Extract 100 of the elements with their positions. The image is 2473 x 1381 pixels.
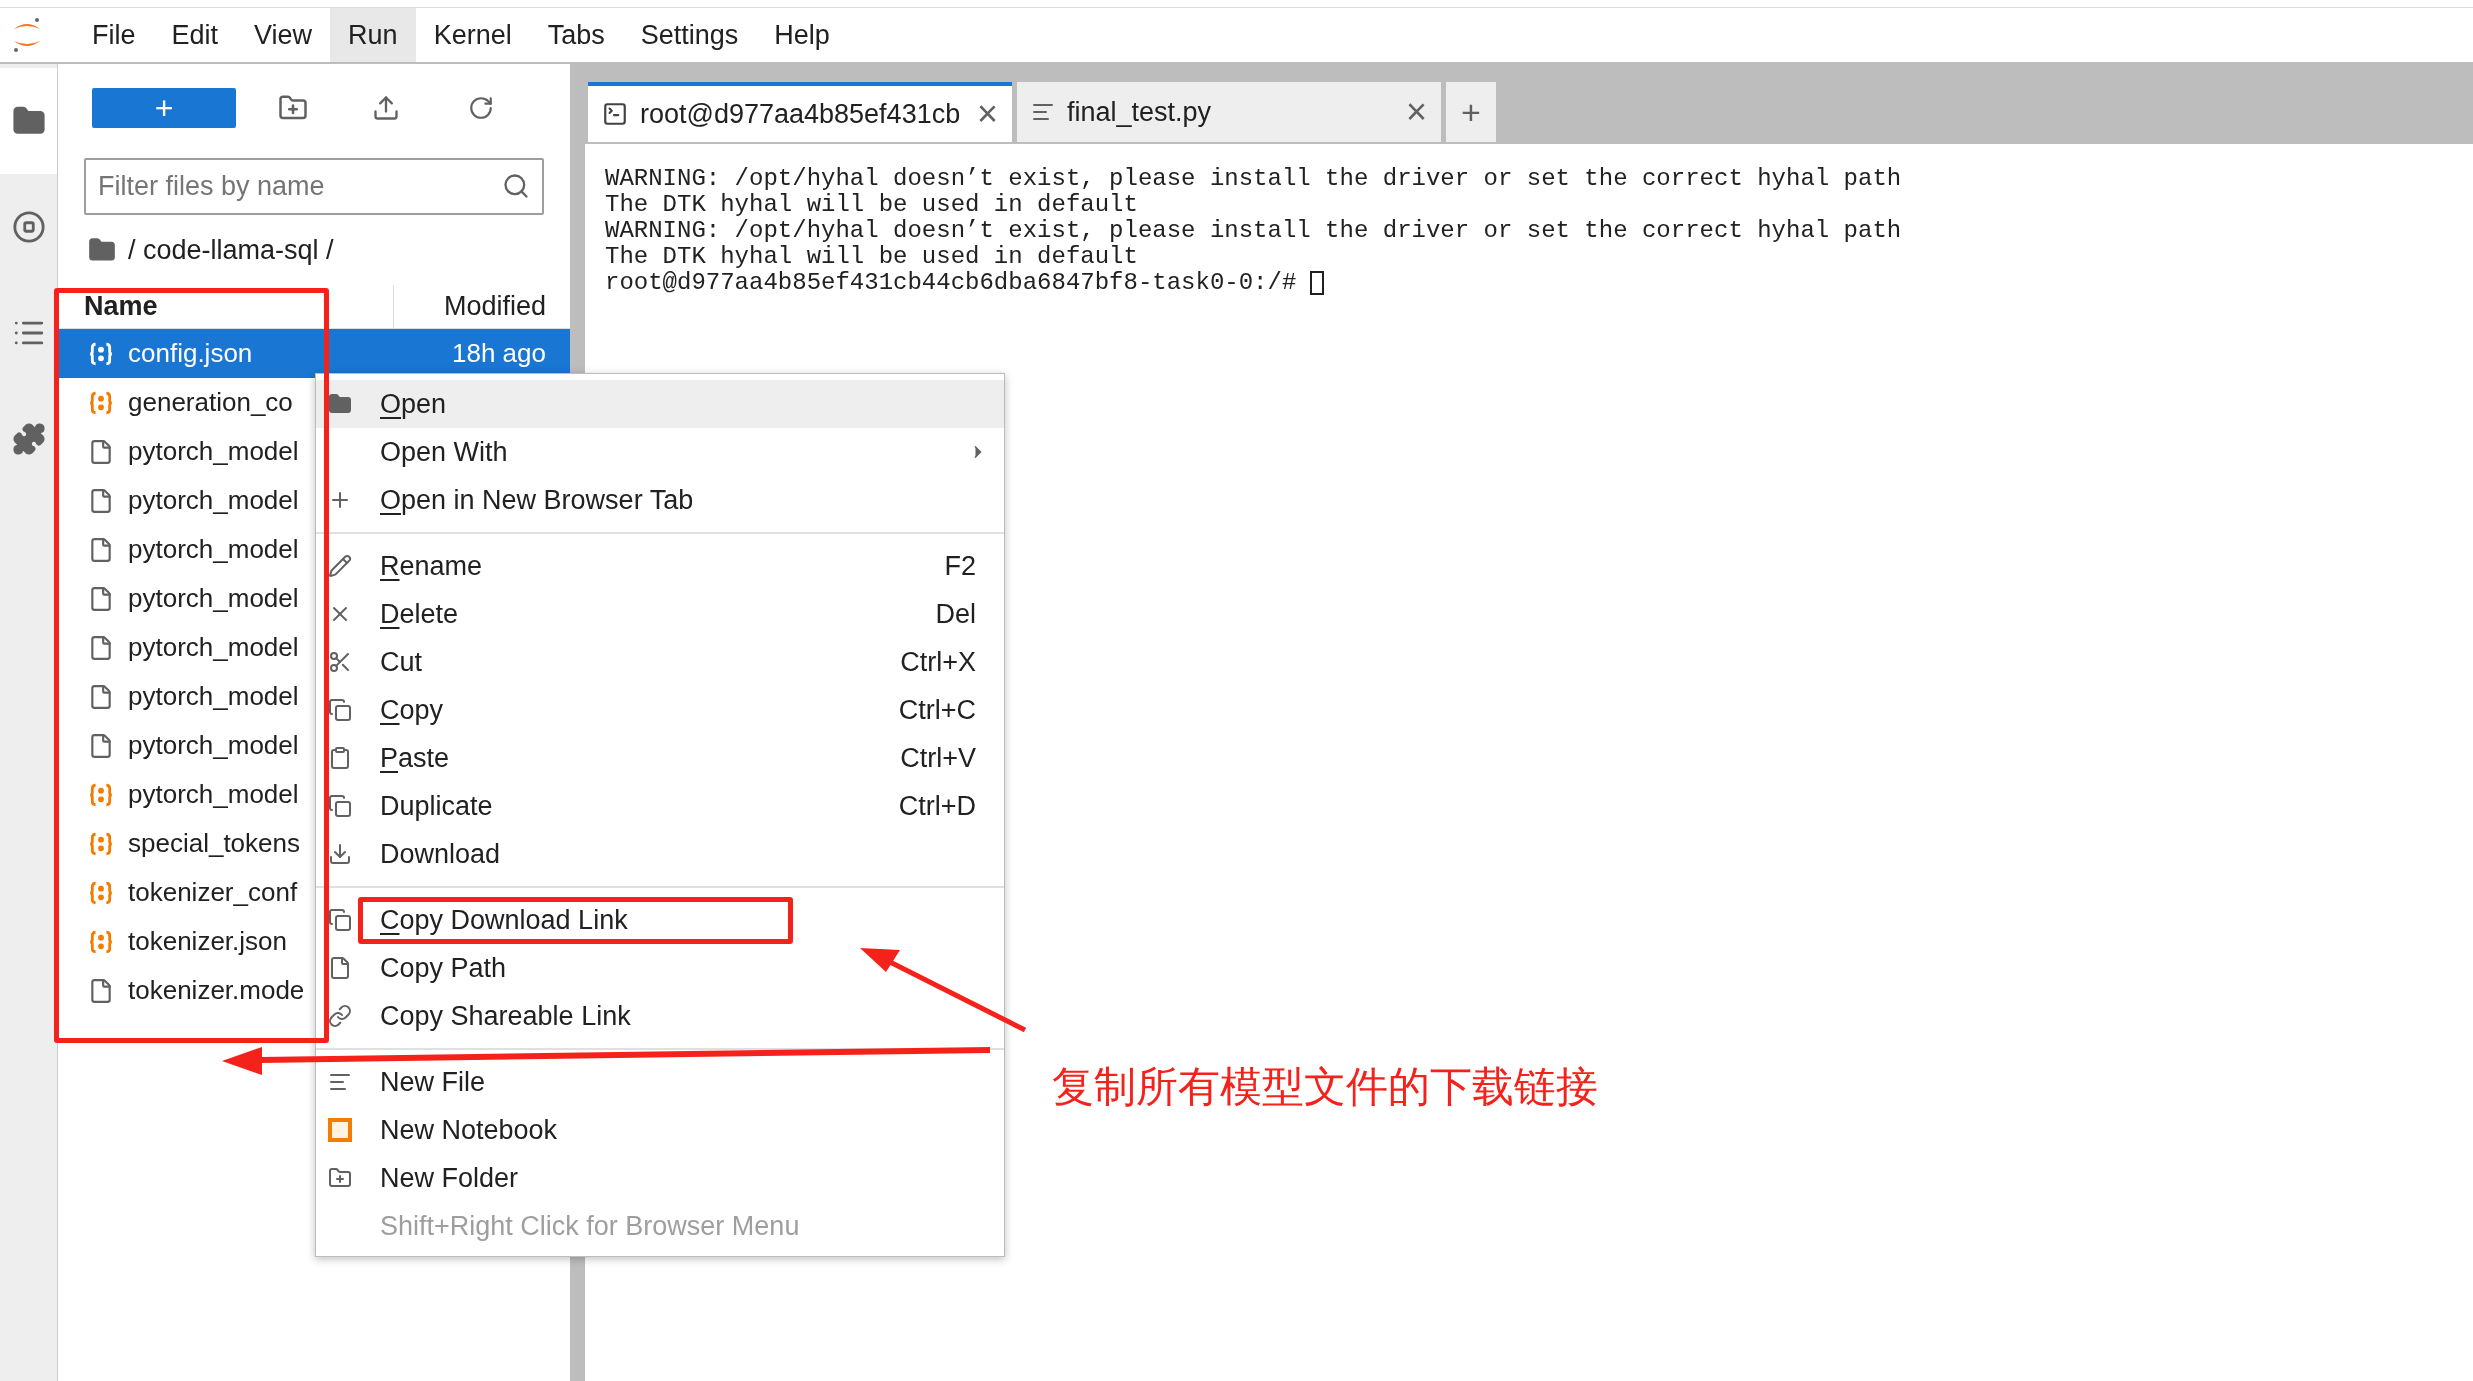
refresh-icon[interactable] [468, 95, 494, 121]
file-name: pytorch_model [128, 484, 299, 517]
menu-item[interactable]: New Folder [316, 1154, 1004, 1202]
menu-item-label: Cut [380, 645, 423, 679]
file-name: pytorch_model [128, 729, 299, 762]
braces-icon [88, 928, 114, 955]
braces-icon [88, 781, 114, 808]
menu-bar-item[interactable]: Edit [153, 8, 237, 62]
menu-item-label: Rename [380, 549, 483, 583]
menu-item[interactable]: Download [316, 830, 1004, 878]
tab-label: final_test.py [1067, 95, 1213, 129]
menu-bar-item[interactable]: Settings [622, 8, 757, 62]
link-icon [328, 1004, 352, 1028]
editor-tab[interactable]: root@d977aa4b85ef431cb × [588, 82, 1012, 142]
menu-bar-item[interactable]: View [236, 8, 331, 62]
braces-icon [88, 830, 114, 857]
menu-item[interactable]: Rename F2 [316, 542, 1004, 590]
file-icon [88, 634, 114, 661]
menu-item-label: Copy Shareable Link [380, 999, 631, 1033]
shortcut-label: Ctrl+X [900, 645, 976, 679]
file-name: tokenizer_conf [128, 876, 298, 909]
upload-icon[interactable] [372, 94, 400, 122]
add-tab-button[interactable]: + [1446, 82, 1496, 142]
tab-label: root@d977aa4b85ef431cb [640, 97, 962, 131]
breadcrumb[interactable]: / code-llama-sql / [128, 229, 334, 271]
menu-item[interactable]: Copy Download Link [316, 896, 1004, 944]
menu-bar-item[interactable]: Run [330, 8, 416, 62]
file-name: pytorch_model [128, 582, 299, 615]
puzzle-icon[interactable] [11, 422, 46, 456]
clipboard-icon [328, 746, 352, 770]
terminal-line: The DTK hyhal will be used in default [605, 192, 1138, 218]
file-icon [88, 536, 114, 563]
menu-bar-item[interactable]: Kernel [415, 8, 530, 62]
file-icon [88, 487, 114, 514]
menu-item[interactable]: Delete Del [316, 590, 1004, 638]
modified-time: 18h ago [452, 337, 546, 370]
menu-item[interactable]: Copy Path [316, 944, 1004, 992]
file-name: config.json [128, 337, 253, 370]
file-icon [88, 438, 114, 465]
menu-item-label: Open With [380, 435, 508, 469]
menu-item-label: Open in New Browser Tab [380, 483, 694, 517]
file-icon [88, 585, 114, 612]
menu-item[interactable]: New Notebook [316, 1106, 1004, 1154]
menu-item[interactable]: Paste Ctrl+V [316, 734, 1004, 782]
filter-field[interactable]: Filter files by name [84, 158, 544, 215]
file-name: tokenizer.mode [128, 974, 305, 1007]
terminal-prompt: root@d977aa4b85ef431cb44cb6dba6847bf8-task0-0:/# [605, 270, 1297, 296]
notebook-icon [328, 1118, 352, 1142]
menu-item[interactable]: Copy Shareable Link [316, 992, 1004, 1040]
terminal-line: The DTK hyhal will be used in default [605, 244, 1138, 270]
folder-icon [88, 236, 116, 264]
menu-item[interactable]: Open [316, 380, 1004, 428]
braces-icon [88, 879, 114, 906]
menu-item[interactable]: Cut Ctrl+X [316, 638, 1004, 686]
file-icon [88, 683, 114, 710]
column-header[interactable]: Modified [394, 285, 570, 328]
file-icon [88, 732, 114, 759]
copy-icon [328, 698, 352, 722]
folder-icon [328, 392, 352, 416]
terminal-icon [602, 101, 628, 127]
file-name: pytorch_model [128, 435, 299, 468]
file-name: generation_co [128, 386, 293, 419]
file-name: pytorch_model [128, 778, 299, 811]
shortcut-label: Ctrl+C [898, 693, 976, 727]
menu-item[interactable]: Open With [316, 428, 1004, 476]
shortcut-label: Ctrl+D [898, 789, 976, 823]
column-header[interactable]: Name [58, 285, 394, 328]
menu-bar-item[interactable]: File [74, 8, 154, 62]
pencil-icon [328, 554, 352, 578]
menu-item-label: Copy [380, 693, 444, 727]
menu-item[interactable]: Copy Ctrl+C [316, 686, 1004, 734]
copy-icon [328, 794, 352, 818]
menu-item-label: Copy Path [380, 951, 507, 985]
scissors-icon [328, 650, 352, 674]
folder-plus-icon [328, 1166, 352, 1190]
braces-icon [88, 389, 114, 416]
menu-item-label: Download [380, 837, 501, 871]
close-icon[interactable]: × [976, 96, 998, 132]
file-name: pytorch_model [128, 533, 299, 566]
shortcut-label: Ctrl+V [900, 741, 976, 775]
close-icon[interactable]: × [1405, 94, 1427, 130]
file-row[interactable]: config.json 18h ago [58, 329, 570, 378]
file-icon [88, 977, 114, 1004]
menu-item-label: Copy Download Link [380, 903, 628, 937]
file-name: tokenizer.json [128, 925, 287, 958]
menu-item-label: New File [380, 1065, 486, 1099]
editor-tab[interactable]: final_test.py × [1017, 82, 1441, 142]
new-launcher-button[interactable]: + [92, 88, 236, 128]
file-name: pytorch_model [128, 680, 299, 713]
braces-icon [88, 340, 114, 367]
shortcut-label: F2 [944, 549, 976, 583]
menu-item[interactable]: New File [316, 1058, 1004, 1106]
stop-icon[interactable] [11, 210, 46, 244]
menu-item[interactable]: Duplicate Ctrl+D [316, 782, 1004, 830]
menu-item-label: Open [380, 387, 447, 421]
menu-bar-item[interactable]: Help [756, 8, 848, 62]
menu-bar-item[interactable]: Tabs [529, 8, 623, 62]
menu-item[interactable]: Open in New Browser Tab [316, 476, 1004, 524]
terminal-cursor [1310, 271, 1325, 295]
terminal-line: WARNING: /opt/hyhal doesn’t exist, please install the driver or set the correct hyhal path [605, 218, 1902, 244]
